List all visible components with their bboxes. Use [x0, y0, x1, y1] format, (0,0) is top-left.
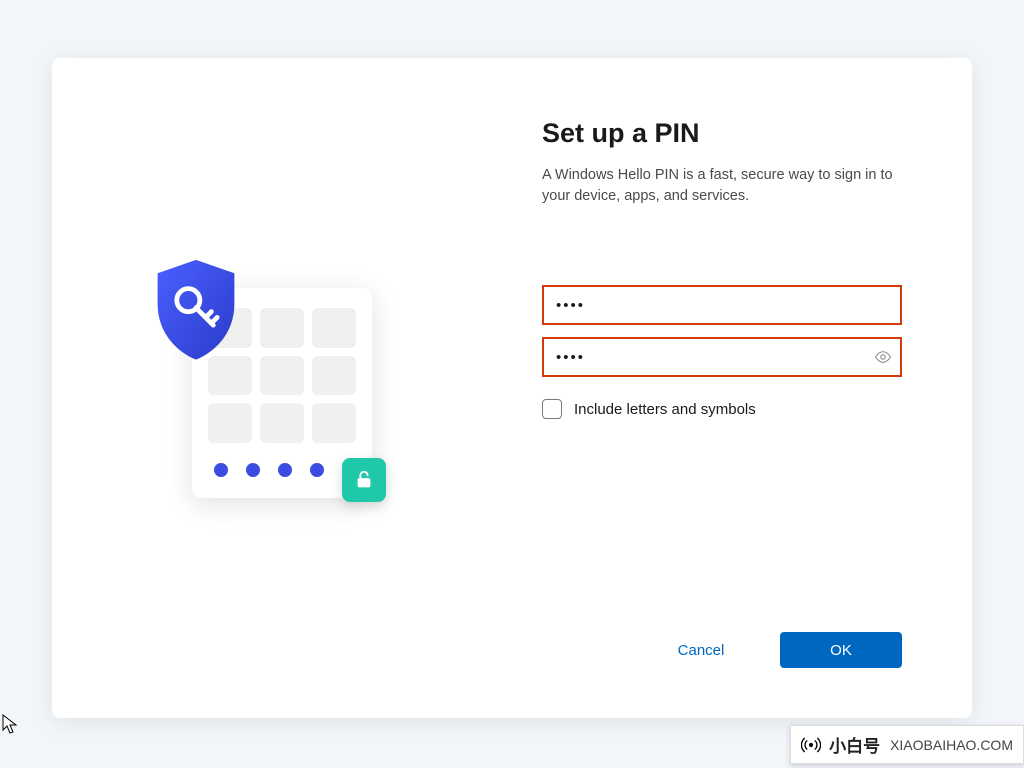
dialog-button-row: Cancel OK	[542, 632, 902, 688]
keypad-key	[260, 308, 304, 348]
reveal-password-icon[interactable]	[874, 348, 892, 366]
pin-dot	[278, 463, 292, 477]
pin-illustration	[152, 258, 412, 518]
keypad-key	[260, 403, 304, 443]
pin-dot	[214, 463, 228, 477]
keypad-key	[312, 403, 356, 443]
dialog-subtitle: A Windows Hello PIN is a fast, secure wa…	[542, 165, 902, 207]
keypad-key	[260, 356, 304, 396]
watermark-badge: 小白号 XIAOBAIHAO.COM	[790, 725, 1024, 764]
include-symbols-label: Include letters and symbols	[574, 401, 756, 418]
pin-input[interactable]	[542, 285, 902, 325]
include-symbols-row: Include letters and symbols	[542, 399, 902, 419]
illustration-pane	[52, 58, 512, 718]
mouse-cursor-icon	[2, 714, 18, 734]
keypad-key	[312, 308, 356, 348]
form-pane: Set up a PIN A Windows Hello PIN is a fa…	[512, 58, 972, 718]
include-symbols-checkbox[interactable]	[542, 399, 562, 419]
pin-dot-row	[208, 463, 356, 477]
unlock-icon	[353, 469, 375, 491]
pin-dot	[246, 463, 260, 477]
watermark-brand-cn: 小白号	[829, 732, 880, 757]
keypad-key	[208, 403, 252, 443]
pin-setup-dialog: Set up a PIN A Windows Hello PIN is a fa…	[52, 58, 972, 718]
cancel-button[interactable]: Cancel	[640, 632, 762, 668]
pin-confirm-wrap	[542, 337, 902, 377]
keypad-key	[312, 356, 356, 396]
pin-dot	[310, 463, 324, 477]
shield-key-icon	[148, 256, 244, 362]
dialog-title: Set up a PIN	[542, 118, 902, 149]
unlock-badge	[342, 458, 386, 502]
ok-button[interactable]: OK	[780, 632, 902, 668]
broadcast-icon	[801, 735, 821, 755]
pin-confirm-input[interactable]	[542, 337, 902, 377]
watermark-brand-url: XIAOBAIHAO.COM	[890, 737, 1013, 753]
